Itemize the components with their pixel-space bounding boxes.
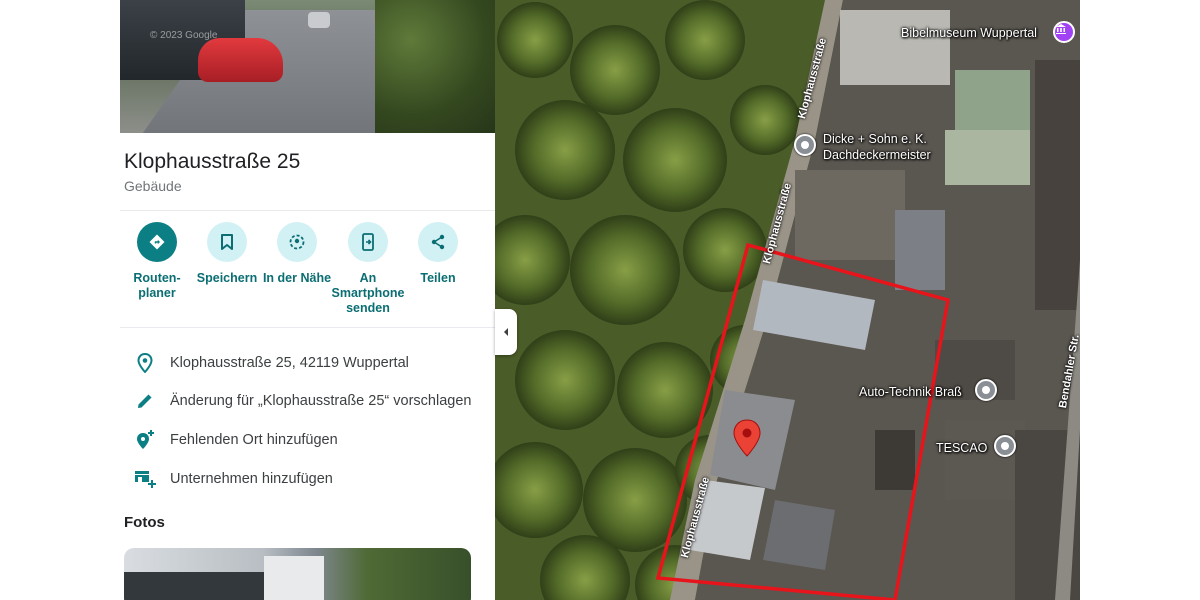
chevron-left-icon bbox=[504, 328, 508, 336]
hero-trees bbox=[375, 0, 495, 133]
add-business-icon bbox=[120, 469, 170, 489]
museum-icon[interactable] bbox=[1053, 21, 1075, 43]
divider bbox=[120, 210, 495, 211]
save-button[interactable]: Speichern bbox=[187, 222, 267, 286]
suggest-edit-row[interactable]: Änderung für „Klophausstraße 25“ vorschl… bbox=[120, 386, 495, 416]
add-location-icon bbox=[120, 429, 170, 451]
directions-button[interactable]: Routen- planer bbox=[120, 222, 197, 301]
nearby-label: In der Nähe bbox=[262, 271, 332, 285]
save-label: Speichern bbox=[196, 271, 258, 285]
poi-label-auto-technik[interactable]: Auto-Technik Braß bbox=[859, 385, 962, 400]
poi-pin-icon[interactable] bbox=[994, 435, 1016, 457]
hero-red-car bbox=[198, 38, 283, 82]
address-row[interactable]: Klophausstraße 25, 42119 Wuppertal bbox=[120, 348, 495, 378]
collapse-panel-button[interactable] bbox=[495, 309, 517, 355]
satellite-imagery bbox=[495, 0, 1080, 600]
poi-label-dicke-line2[interactable]: Dachdeckermeister bbox=[823, 148, 931, 163]
hero-photo[interactable]: © 2023 Google bbox=[120, 0, 495, 133]
location-pin-icon bbox=[120, 353, 170, 373]
nearby-button[interactable]: In der Nähe bbox=[257, 222, 337, 286]
send-to-phone-button[interactable]: An Smartphone senden bbox=[328, 222, 408, 316]
photo-thumbnail[interactable] bbox=[124, 548, 471, 600]
pencil-icon bbox=[120, 392, 170, 410]
add-business-row[interactable]: Unternehmen hinzufügen bbox=[120, 464, 495, 494]
directions-icon bbox=[137, 222, 177, 262]
share-button[interactable]: Teilen bbox=[398, 222, 478, 286]
photo-building bbox=[264, 556, 324, 600]
poi-pin-icon[interactable] bbox=[975, 379, 997, 401]
poi-label-dicke-line1[interactable]: Dicke + Sohn e. K. bbox=[823, 132, 927, 147]
add-missing-place-row[interactable]: Fehlenden Ort hinzufügen bbox=[120, 425, 495, 455]
send-to-phone-icon bbox=[348, 222, 388, 262]
action-bar: Routen- planer Speichern In der Nähe An … bbox=[120, 222, 495, 322]
poi-label-tescao[interactable]: TESCAO bbox=[936, 441, 987, 456]
satellite-map[interactable]: Bibelmuseum Wuppertal Dicke + Sohn e. K.… bbox=[495, 0, 1080, 600]
address-text: Klophausstraße 25, 42119 Wuppertal bbox=[170, 355, 409, 371]
bookmark-icon bbox=[207, 222, 247, 262]
photos-heading: Fotos bbox=[124, 514, 165, 531]
photo-wall bbox=[124, 572, 264, 600]
share-icon bbox=[418, 222, 458, 262]
hero-watermark: © 2023 Google bbox=[150, 30, 218, 41]
send-to-phone-label: An Smartphone senden bbox=[331, 271, 405, 315]
poi-label-bibelmuseum[interactable]: Bibelmuseum Wuppertal bbox=[901, 26, 1037, 41]
hero-car-distant bbox=[308, 12, 330, 28]
poi-pin-icon[interactable] bbox=[794, 134, 816, 156]
add-business-text: Unternehmen hinzufügen bbox=[170, 471, 333, 487]
place-panel: © 2023 Google Klophausstraße 25 Gebäude … bbox=[120, 0, 495, 600]
share-label: Teilen bbox=[420, 271, 456, 285]
suggest-edit-text: Änderung für „Klophausstraße 25“ vorschl… bbox=[170, 393, 472, 409]
place-title: Klophausstraße 25 bbox=[124, 150, 301, 173]
directions-label: Routen- planer bbox=[133, 271, 181, 300]
divider bbox=[120, 327, 495, 328]
add-missing-place-text: Fehlenden Ort hinzufügen bbox=[170, 432, 338, 448]
place-category[interactable]: Gebäude bbox=[124, 178, 182, 194]
nearby-icon bbox=[277, 222, 317, 262]
